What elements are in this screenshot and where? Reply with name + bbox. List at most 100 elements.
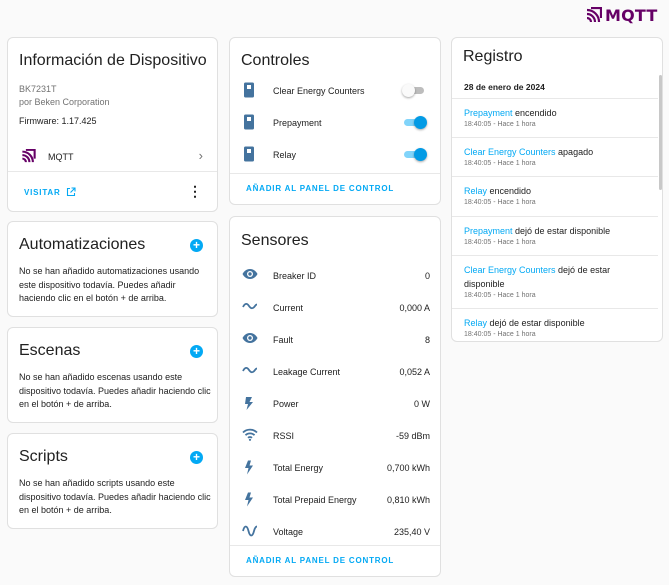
logbook-scrollbar[interactable] [659,75,662,190]
logbook-entry: Prepayment dejó de estar disponible 18:4… [452,216,658,246]
logbook-entity-link[interactable]: Prepayment [464,108,513,118]
logbook-time: 18:40:05 - Hace 1 hora [464,292,536,299]
switch-icon [244,146,254,162]
add-script-icon[interactable]: + [190,451,203,464]
device-info-actions: VISITAR ⋮ [8,171,217,211]
sine-wave-icon [242,525,258,537]
add-scene-icon[interactable]: + [190,345,203,358]
logbook-entry: Clear Energy Counters dejó de estar disp… [452,255,658,299]
visit-button[interactable]: VISITAR [24,187,76,197]
mqtt-logo-icon [586,7,602,23]
current-ac-icon [242,366,258,374]
more-options-icon[interactable]: ⋮ [188,184,202,198]
sensor-name: RSSI [273,431,295,441]
sensor-row-current[interactable]: Current 0,000 A [230,292,440,324]
sensor-value: 0,700 kWh [386,463,430,473]
add-automation-icon[interactable]: + [190,239,203,252]
logbook-entry: Relay encendido 18:40:05 - Hace 1 hora [452,176,658,206]
eye-icon [242,269,258,279]
scenes-card: Escenas + No se han añadido escenas usan… [7,327,218,423]
automations-description: No se han añadido automatizaciones usand… [19,266,200,303]
scenes-title: Escenas [19,342,81,359]
logbook-entity-link[interactable]: Prepayment [464,226,513,236]
logbook-entity-link[interactable]: Clear Energy Counters [464,147,556,157]
logbook-time: 18:40:05 - Hace 1 hora [464,199,536,206]
logbook-title: Registro [463,48,523,65]
sensor-value: 0 W [413,399,430,409]
sensor-name: Leakage Current [273,367,341,377]
sensor-value: 0 [424,271,430,281]
logbook-entity-link[interactable]: Relay [464,318,487,328]
control-row-relay[interactable]: Relay [230,138,440,170]
device-info-title: Información de Dispositivo [19,52,207,69]
sensor-value: 0,000 A [399,303,430,313]
sensor-name: Total Prepaid Energy [273,495,357,505]
scripts-title: Scripts [19,448,68,465]
logbook-entity-link[interactable]: Relay [464,186,487,196]
sensors-card: Sensores Breaker ID 0 Current 0,000 A Fa… [229,216,441,577]
visit-label: VISITAR [24,187,61,197]
eye-icon [242,333,258,343]
sensor-name: Total Energy [273,463,324,473]
sensor-value: 8 [424,335,430,345]
scenes-description: No se han añadido escenas usando este di… [19,372,211,409]
control-name: Prepayment [273,118,322,128]
logbook-time: 18:40:05 - Hace 1 hora [464,331,536,338]
sensor-name: Fault [273,335,294,345]
scripts-card: Scripts + No se han añadido scripts usan… [7,433,218,529]
sensor-row-rssi[interactable]: RSSI -59 dBm [230,420,440,452]
open-in-new-icon [66,187,76,197]
lightning-icon [245,460,253,475]
integration-mqtt-row[interactable]: MQTT › [8,141,217,171]
control-row-prepayment[interactable]: Prepayment [230,106,440,138]
logbook-time: 18:40:05 - Hace 1 hora [464,160,536,167]
controls-footer: AÑADIR AL PANEL DE CONTROL [230,173,440,204]
sensors-title: Sensores [241,232,309,249]
sensor-row-voltage[interactable]: Voltage 235,40 V [230,516,440,548]
sensor-value: -59 dBm [395,431,430,441]
sensors-footer: AÑADIR AL PANEL DE CONTROL [230,545,440,576]
sensor-value: 235,40 V [393,527,430,537]
add-controls-to-dashboard-button[interactable]: AÑADIR AL PANEL DE CONTROL [246,184,394,193]
logbook-date: 28 de enero de 2024 [464,82,545,92]
controls-title: Controles [241,52,310,69]
clear-energy-counters-toggle[interactable] [402,84,426,97]
logbook-time: 18:40:05 - Hace 1 hora [464,121,536,128]
logbook-entry: Prepayment encendido 18:40:05 - Hace 1 h… [452,98,658,128]
mqtt-brand-logo: MQTT [586,5,662,25]
logbook-entry: Relay dejó de estar disponible 18:40:05 … [452,308,658,338]
device-manufacturer: por Beken Corporation [19,97,110,107]
logbook-entry: Clear Energy Counters apagado 18:40:05 -… [452,137,658,167]
logbook-action: apagado [555,147,594,157]
logbook-entity-link[interactable]: Clear Energy Counters [464,265,556,275]
sensor-name: Power [273,399,299,409]
scripts-description: No se han añadido scripts usando este di… [19,478,211,515]
logbook-action: encendido [487,186,532,196]
add-sensors-to-dashboard-button[interactable]: AÑADIR AL PANEL DE CONTROL [246,556,394,565]
control-name: Relay [273,150,297,160]
sensor-row-power[interactable]: Power 0 W [230,388,440,420]
current-ac-icon [242,302,258,310]
control-row-clear-energy-counters[interactable]: Clear Energy Counters [230,74,440,106]
sensor-row-breaker-id[interactable]: Breaker ID 0 [230,260,440,292]
sensor-row-fault[interactable]: Fault 8 [230,324,440,356]
logbook-action: dejó de estar disponible [512,226,611,236]
switch-icon [244,82,254,98]
automations-card: Automatizaciones + No se han añadido aut… [7,221,218,317]
mqtt-icon [22,149,36,163]
logbook-action: dejó de estar disponible [487,318,585,328]
sensor-name: Current [273,303,304,313]
sensor-name: Voltage [273,527,304,537]
brand-name: MQTT [605,5,658,25]
sensor-value: 0,810 kWh [386,495,430,505]
sensor-row-total-energy[interactable]: Total Energy 0,700 kWh [230,452,440,484]
relay-toggle[interactable] [402,148,427,161]
logbook-action: encendido [512,108,557,118]
device-model: BK7231T [19,84,57,94]
logbook-card: Registro 28 de enero de 2024 Prepayment … [451,37,663,342]
sensor-row-total-prepaid-energy[interactable]: Total Prepaid Energy 0,810 kWh [230,484,440,516]
switch-icon [244,114,254,130]
sensor-row-leakage-current[interactable]: Leakage Current 0,052 A [230,356,440,388]
device-firmware: Firmware: 1.17.425 [19,116,97,126]
prepayment-toggle[interactable] [402,116,427,129]
